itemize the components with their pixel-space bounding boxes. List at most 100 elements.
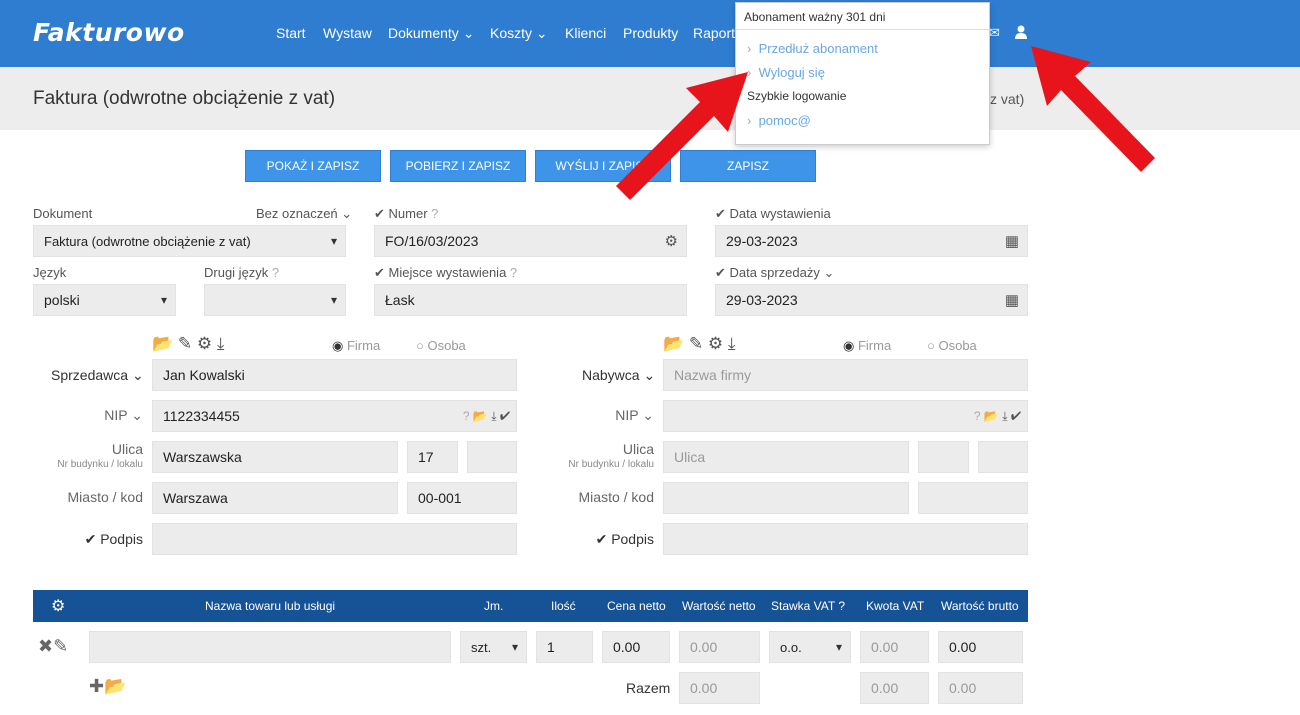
col-cena-netto: Cena netto [607, 599, 666, 613]
gear-icon[interactable]: ⚙ [665, 232, 678, 250]
download-save-button[interactable]: POBIERZ I ZAPISZ [390, 150, 526, 182]
red-arrow-annotation [1031, 46, 1155, 172]
buyer-nip-label[interactable]: NIP ⌄ [570, 407, 654, 424]
col-wartosc-netto: Wartość netto [682, 599, 756, 613]
help-icon[interactable]: ? [974, 409, 981, 423]
item-wartosc-brutto-field[interactable]: 0.00 [938, 631, 1023, 663]
numer-field[interactable]: FO/16/03/2023 ⚙ [374, 225, 687, 257]
chevron-down-icon: ⌄ [535, 25, 548, 41]
buyer-nip-field[interactable]: ? 📂 ⤓ ✔ [663, 400, 1028, 432]
show-save-button[interactable]: POKAŻ I ZAPISZ [245, 150, 381, 182]
item-wartosc-netto-field: 0.00 [679, 631, 760, 663]
nav-start[interactable]: Start [276, 25, 306, 41]
folder-open-icon[interactable]: 📂 [473, 409, 488, 423]
chevron-down-icon: ⌄ [462, 25, 475, 41]
seller-nr-budynku-field[interactable]: 17 [407, 441, 458, 473]
nav-klienci[interactable]: Klienci [565, 25, 606, 41]
seller-toolbar: 📂 ✎ ⚙ ⤓ [152, 334, 224, 354]
dokument-select[interactable]: Faktura (odwrotne obciążenie z vat) ▾ [33, 225, 346, 257]
help-icon[interactable]: ? [272, 265, 279, 280]
buyer-nr-budynku-field[interactable] [918, 441, 969, 473]
chevron-down-icon: ⌄ [131, 407, 143, 423]
miejsce-field[interactable]: Łask [374, 284, 687, 316]
extend-subscription-link[interactable]: › Przedłuż abonament [747, 41, 878, 56]
buyer-miasto-field[interactable] [663, 482, 909, 514]
drugi-jezyk-select[interactable]: ▾ [204, 284, 346, 316]
download-icon[interactable]: ⤓ [217, 334, 225, 353]
buyer-podpis-checkbox[interactable]: ✔ Podpis [570, 531, 654, 548]
buyer-name-field[interactable]: Nazwa firmy [663, 359, 1028, 391]
buyer-miasto-label: Miasto / kod [578, 489, 654, 505]
seller-nr-lokalu-field[interactable] [467, 441, 517, 473]
item-name-field[interactable] [89, 631, 451, 663]
item-kwota-vat-field: 0.00 [860, 631, 929, 663]
seller-nip-field[interactable]: 1122334455 ? 📂 ⤓ ✔ [152, 400, 517, 432]
gear-icon[interactable]: ⚙ [708, 334, 723, 353]
item-jm-select[interactable]: szt. ▾ [460, 631, 527, 663]
checkmark-icon: ✔ [715, 265, 726, 280]
seller-kod-field[interactable]: 00-001 [407, 482, 517, 514]
buyer-osoba-radio[interactable]: ○ Osoba [927, 338, 977, 353]
folder-open-icon[interactable]: 📂 [152, 334, 173, 353]
download-icon[interactable]: ⤓ [491, 409, 496, 423]
seller-nip-label[interactable]: NIP ⌄ [60, 407, 143, 424]
check-circle-icon[interactable]: ✔ [1011, 409, 1021, 423]
data-wystawienia-field[interactable]: 29-03-2023 ▦ [715, 225, 1028, 257]
red-arrow-annotation [616, 72, 748, 200]
seller-osoba-radio[interactable]: ○ Osoba [416, 338, 466, 353]
gear-icon[interactable]: ⚙ [197, 334, 212, 353]
help-icon[interactable]: ? [463, 409, 470, 423]
edit-icon[interactable]: ✎ [689, 334, 703, 353]
gear-icon[interactable]: ⚙ [51, 596, 65, 616]
seller-name-field[interactable]: Jan Kowalski [152, 359, 517, 391]
mail-icon[interactable]: ✉ [989, 25, 1000, 41]
buyer-nr-lokalu-field[interactable] [978, 441, 1028, 473]
buyer-ulica-label: Ulica [622, 441, 654, 457]
calendar-icon[interactable]: ▦ [1005, 232, 1019, 250]
seller-podpis-field[interactable] [152, 523, 517, 555]
row-actions: ✖✎ [38, 636, 68, 657]
buyer-kod-field[interactable] [918, 482, 1028, 514]
app-logo[interactable]: Fakturowo [33, 18, 185, 47]
folder-open-icon[interactable]: 📂 [984, 409, 999, 423]
calendar-icon[interactable]: ▦ [1005, 291, 1019, 309]
bez-oznaczen-select[interactable]: Bez oznaczeń ⌄ [256, 206, 352, 222]
edit-icon[interactable]: ✎ [53, 636, 68, 656]
nav-koszty[interactable]: Koszty ⌄ [490, 25, 548, 42]
miejsce-label[interactable]: ✔ Miejsce wystawienia ? [374, 265, 517, 281]
nav-wystaw[interactable]: Wystaw [323, 25, 372, 41]
seller-type-select[interactable]: Sprzedawca ⌄ [51, 367, 144, 384]
download-icon[interactable]: ⤓ [728, 334, 736, 353]
data-sprzedazy-field[interactable]: 29-03-2023 ▦ [715, 284, 1028, 316]
item-ilosc-field[interactable]: 1 [536, 631, 593, 663]
buyer-ulica-field[interactable]: Ulica [663, 441, 909, 473]
buyer-podpis-field[interactable] [663, 523, 1028, 555]
check-circle-icon[interactable]: ✔ [500, 409, 510, 423]
chevron-down-icon: ⌄ [131, 367, 144, 383]
chevron-down-icon: ⌄ [341, 206, 353, 221]
help-icon[interactable]: ? [838, 599, 845, 613]
folder-open-icon[interactable]: 📂 [104, 676, 126, 696]
seller-podpis-checkbox[interactable]: ✔ Podpis [60, 531, 143, 548]
close-icon[interactable]: ✖ [38, 636, 53, 656]
item-cena-netto-field[interactable]: 0.00 [602, 631, 670, 663]
user-icon[interactable] [1014, 25, 1028, 40]
data-sprzedazy-label[interactable]: ✔ Data sprzedaży ⌄ [715, 265, 834, 281]
nav-produkty[interactable]: Produkty [623, 25, 678, 41]
seller-miasto-field[interactable]: Warszawa [152, 482, 398, 514]
item-stawka-select[interactable]: o.o. ▾ [769, 631, 851, 663]
folder-open-icon[interactable]: 📂 [663, 334, 684, 353]
buyer-toolbar: 📂 ✎ ⚙ ⤓ [663, 334, 735, 354]
plus-icon[interactable]: ✚ [89, 676, 104, 696]
edit-icon[interactable]: ✎ [178, 334, 192, 353]
help-icon[interactable]: ? [431, 206, 438, 221]
download-icon[interactable]: ⤓ [1002, 409, 1007, 423]
buyer-type-select[interactable]: Nabywca ⌄ [582, 367, 655, 384]
jezyk-select[interactable]: polski ▾ [33, 284, 176, 316]
help-icon[interactable]: ? [510, 265, 517, 280]
seller-firma-radio[interactable]: ◉ Firma [332, 338, 380, 354]
nav-dokumenty[interactable]: Dokumenty ⌄ [388, 25, 474, 42]
buyer-firma-radio[interactable]: ◉ Firma [843, 338, 891, 354]
numer-checkbox-label[interactable]: ✔ Numer ? [374, 206, 438, 222]
seller-ulica-field[interactable]: Warszawska [152, 441, 398, 473]
